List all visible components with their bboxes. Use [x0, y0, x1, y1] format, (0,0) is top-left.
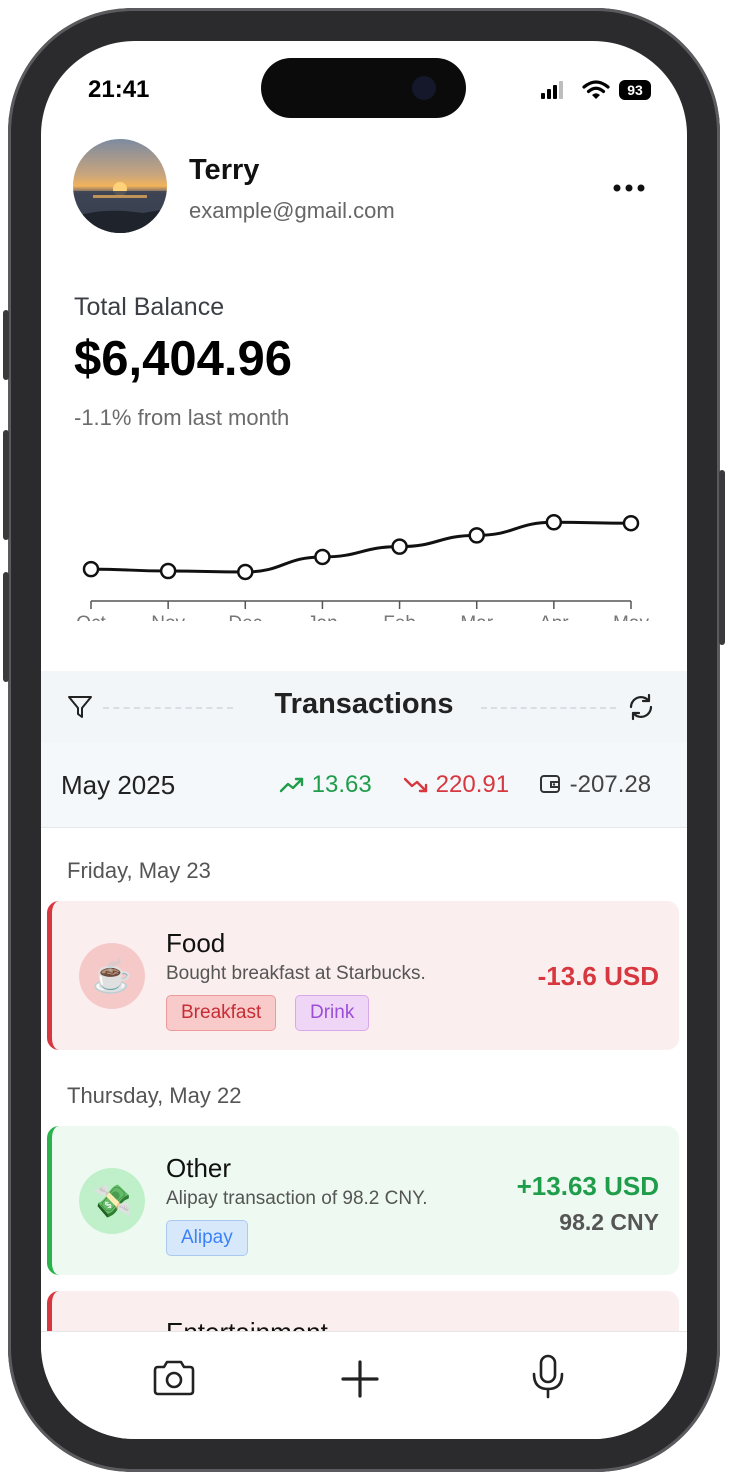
data-point[interactable]	[391, 538, 408, 555]
data-point[interactable]	[468, 527, 485, 544]
tag-alipay[interactable]: Alipay	[166, 1220, 248, 1256]
transaction-amount: +13.63 USD	[516, 1171, 659, 1201]
status-icons: 93	[539, 79, 659, 105]
transaction-category: Other	[166, 1153, 232, 1183]
app-screen: 21:41 93 Terry example@gmail.com Total B…	[41, 41, 687, 1439]
x-tick-label: Dec	[228, 613, 262, 621]
camera-lens	[412, 76, 436, 100]
data-point[interactable]	[622, 514, 640, 532]
data-point[interactable]	[159, 562, 177, 580]
transaction-card[interactable]: ☕ Food Bought breakfast at Starbucks. Br…	[47, 901, 679, 1050]
avatar[interactable]	[73, 139, 167, 233]
total-balance-label: Total Balance	[74, 293, 225, 321]
x-tick-label: Apr	[539, 613, 569, 621]
money-icon: 💸	[79, 1168, 145, 1234]
signal-icon	[541, 81, 563, 99]
battery-indicator: 93	[619, 80, 651, 100]
transactions-title: Transactions	[274, 688, 454, 720]
x-tick-label: Feb	[383, 613, 416, 621]
transaction-secondary-amount: 98.2 CNY	[559, 1209, 659, 1235]
transaction-description: Alipay transaction of 98.2 CNY.	[166, 1188, 428, 1209]
month-expense: 220.91	[403, 771, 509, 799]
month-income: 13.63	[279, 771, 372, 799]
trend-up-icon	[279, 777, 304, 793]
dynamic-island	[261, 58, 466, 118]
data-point[interactable]	[82, 560, 100, 578]
action-button	[3, 310, 9, 380]
x-tick-label: Mar	[460, 613, 493, 621]
day-label: Thursday, May 22	[67, 1083, 242, 1108]
balance-change: -1.1% from last month	[74, 405, 290, 430]
microphone-icon[interactable]	[529, 1354, 567, 1400]
month-label[interactable]: May 2025	[61, 770, 175, 801]
day-label: Friday, May 23	[67, 858, 211, 883]
status-time: 21:41	[88, 76, 150, 103]
transaction-amount: -13.6 USD	[537, 961, 659, 991]
more-icon[interactable]	[609, 169, 649, 209]
avatar-sunset-image	[73, 182, 167, 233]
data-point[interactable]	[237, 563, 254, 581]
volume-up-button	[3, 430, 9, 540]
tag-drink[interactable]: Drink	[295, 995, 370, 1031]
x-tick-label: Jan	[307, 613, 338, 621]
total-balance-value: $6,404.96	[74, 332, 292, 386]
wallet-icon	[540, 775, 560, 793]
transactions-header: Transactions	[41, 671, 687, 743]
expense-value: 220.91	[435, 771, 510, 798]
coffee-icon: ☕	[79, 943, 145, 1009]
data-point[interactable]	[545, 514, 563, 531]
net-value: -207.28	[569, 771, 652, 798]
power-button	[719, 470, 725, 645]
trend-down-icon	[403, 777, 428, 793]
transaction-card[interactable]: 💸 Other Alipay transaction of 98.2 CNY. …	[47, 1126, 679, 1275]
transaction-category: Food	[166, 928, 226, 958]
bottom-toolbar	[41, 1331, 687, 1439]
x-tick-label: May	[613, 613, 649, 621]
volume-down-button	[3, 572, 9, 682]
camera-icon[interactable]	[151, 1358, 197, 1398]
transaction-description: Bought breakfast at Starbucks.	[166, 963, 426, 984]
x-tick-label: Oct	[76, 613, 106, 621]
month-net: -207.28	[539, 771, 651, 799]
plus-icon[interactable]	[340, 1359, 380, 1399]
tag-breakfast[interactable]: Breakfast	[166, 995, 277, 1031]
x-tick-label: Nov	[151, 613, 185, 621]
balance-line-chart: Oct Nov Dec Jan Feb Mar Apr May	[76, 514, 649, 621]
income-value: 13.63	[311, 771, 372, 798]
month-summary: May 2025 13.63 220.91 -207.28	[41, 743, 687, 828]
wifi-icon	[582, 80, 610, 99]
profile-name: Terry	[189, 154, 260, 186]
data-point[interactable]	[314, 548, 331, 566]
profile-email: example@gmail.com	[189, 198, 395, 223]
refresh-icon[interactable]	[627, 693, 655, 721]
